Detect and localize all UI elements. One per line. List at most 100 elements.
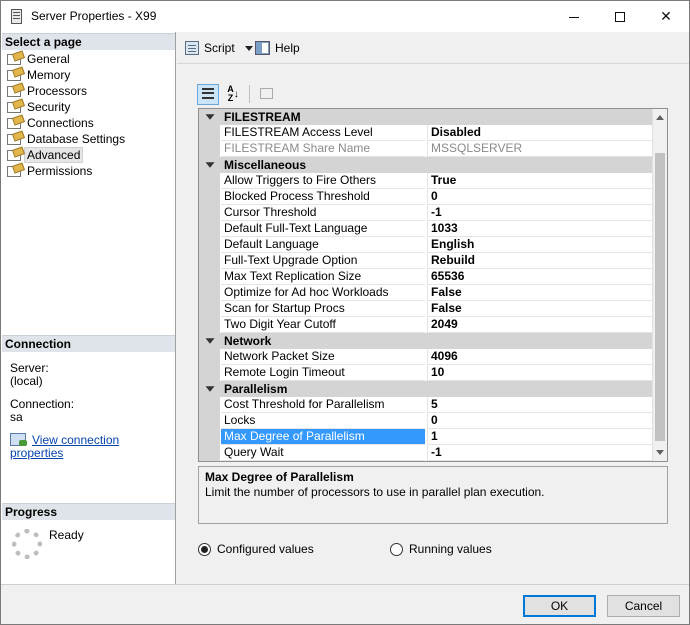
property-name[interactable]: Scan for Startup Procs (221, 301, 425, 317)
sidebar-item-advanced[interactable]: Advanced (5, 147, 125, 163)
property-value[interactable]: -1 (427, 445, 652, 461)
property-value[interactable]: 0 (427, 413, 652, 429)
property-name[interactable]: Default Full-Text Language (221, 221, 425, 237)
alphabetical-button[interactable]: A Z↓ (222, 84, 244, 105)
help-button[interactable]: Help (255, 40, 300, 56)
property-name[interactable]: Max Degree of Parallelism (221, 429, 425, 445)
left-pane: Select a page General Memory Processors Sec… (1, 32, 176, 584)
property-row[interactable]: FILESTREAM Share Name MSSQLSERVER (199, 141, 652, 157)
property-value[interactable]: 2049 (427, 317, 652, 333)
sidebar-item-general[interactable]: General (5, 51, 125, 67)
property-value[interactable]: True (427, 173, 652, 189)
server-icon (11, 9, 22, 24)
property-name[interactable]: Remote Login Timeout (221, 365, 425, 381)
configured-values-option[interactable]: Configured values (198, 542, 314, 556)
collapse-chevron-icon[interactable] (205, 338, 215, 344)
sidebar-item-permissions[interactable]: Permissions (5, 163, 125, 179)
property-name[interactable]: Cursor Threshold (221, 205, 425, 221)
property-pages-button[interactable] (255, 84, 277, 105)
property-name[interactable]: Max Text Replication Size (221, 269, 425, 285)
category-label: Network (224, 334, 272, 348)
row-gutter (199, 397, 220, 413)
property-name[interactable]: Optimize for Ad hoc Workloads (221, 285, 425, 301)
progress-spinner-icon (12, 529, 42, 559)
sidebar-item-database-settings[interactable]: Database Settings (5, 131, 125, 147)
property-value[interactable]: 65536 (427, 269, 652, 285)
page-wrench-icon (7, 102, 21, 113)
property-value[interactable]: 1033 (427, 221, 652, 237)
category-network[interactable]: Network (199, 333, 652, 349)
property-value[interactable]: Disabled (427, 125, 652, 141)
property-row[interactable]: Max Text Replication Size 65536 (199, 269, 652, 285)
property-row[interactable]: Blocked Process Threshold 0 (199, 189, 652, 205)
view-connection-properties-link[interactable]: View connection properties (10, 433, 119, 460)
collapse-chevron-icon[interactable] (205, 114, 215, 120)
close-icon: ✕ (660, 8, 672, 24)
property-row[interactable]: Remote Login Timeout 10 (199, 365, 652, 381)
property-value[interactable]: Rebuild (427, 253, 652, 269)
property-name[interactable]: Locks (221, 413, 425, 429)
property-row[interactable]: Cursor Threshold -1 (199, 205, 652, 221)
property-row[interactable]: Max Degree of Parallelism 1 (199, 429, 652, 445)
sidebar-item-memory[interactable]: Memory (5, 67, 125, 83)
property-value[interactable]: English (427, 237, 652, 253)
chevron-down-icon[interactable] (244, 45, 253, 51)
close-button[interactable]: ✕ (643, 1, 689, 32)
category-parallelism[interactable]: Parallelism (199, 381, 652, 397)
property-row[interactable]: Default Language English (199, 237, 652, 253)
property-name[interactable]: Two Digit Year Cutoff (221, 317, 425, 333)
property-value[interactable]: 4096 (427, 349, 652, 365)
property-value[interactable]: False (427, 285, 652, 301)
property-name[interactable]: Blocked Process Threshold (221, 189, 425, 205)
property-value[interactable]: False (427, 301, 652, 317)
script-button[interactable]: Script (185, 40, 253, 56)
scroll-up-icon[interactable] (656, 115, 664, 120)
property-row[interactable]: Optimize for Ad hoc Workloads False (199, 285, 652, 301)
view-connection-properties[interactable]: View connection properties (10, 433, 175, 460)
property-row[interactable]: Cost Threshold for Parallelism 5 (199, 397, 652, 413)
property-value[interactable]: -1 (427, 205, 652, 221)
collapse-chevron-icon[interactable] (205, 162, 215, 168)
property-name[interactable]: FILESTREAM Access Level (221, 125, 425, 141)
category-miscellaneous[interactable]: Miscellaneous (199, 157, 652, 173)
running-values-option[interactable]: Running values (390, 542, 492, 556)
property-row[interactable]: Default Full-Text Language 1033 (199, 221, 652, 237)
maximize-button[interactable] (597, 1, 643, 32)
progress-status: Ready (49, 528, 84, 542)
property-row[interactable]: Full-Text Upgrade Option Rebuild (199, 253, 652, 269)
scroll-down-icon[interactable] (656, 450, 664, 455)
sidebar-item-connections[interactable]: Connections (5, 115, 125, 131)
scrollbar-thumb[interactable] (655, 153, 665, 441)
grid-scrollbar[interactable] (652, 109, 667, 461)
categorized-button[interactable] (197, 83, 219, 105)
property-name[interactable]: Network Packet Size (221, 349, 425, 365)
property-row[interactable]: Allow Triggers to Fire Others True (199, 173, 652, 189)
property-row[interactable]: Two Digit Year Cutoff 2049 (199, 317, 652, 333)
minimize-button[interactable] (551, 1, 597, 32)
property-row[interactable]: Scan for Startup Procs False (199, 301, 652, 317)
property-row[interactable]: Locks 0 (199, 413, 652, 429)
sidebar-item-security[interactable]: Security (5, 99, 125, 115)
property-name[interactable]: Full-Text Upgrade Option (221, 253, 425, 269)
property-row[interactable]: Query Wait -1 (199, 445, 652, 461)
property-name[interactable]: FILESTREAM Share Name (221, 141, 425, 157)
sidebar-item-label: Database Settings (27, 132, 126, 146)
property-value[interactable]: 10 (427, 365, 652, 381)
ok-button[interactable]: OK (523, 595, 596, 617)
collapse-chevron-icon[interactable] (205, 386, 215, 392)
property-row[interactable]: Network Packet Size 4096 (199, 349, 652, 365)
running-values-radio[interactable] (390, 542, 403, 556)
cancel-button[interactable]: Cancel (607, 595, 680, 617)
property-name[interactable]: Allow Triggers to Fire Others (221, 173, 425, 189)
property-value[interactable]: 5 (427, 397, 652, 413)
property-name[interactable]: Default Language (221, 237, 425, 253)
category-filestream[interactable]: FILESTREAM (199, 109, 652, 125)
description-title: Max Degree of Parallelism (205, 470, 354, 484)
property-row[interactable]: FILESTREAM Access Level Disabled (199, 125, 652, 141)
property-value[interactable]: 0 (427, 189, 652, 205)
sidebar-item-processors[interactable]: Processors (5, 83, 125, 99)
configured-values-radio[interactable] (198, 542, 211, 556)
property-name[interactable]: Cost Threshold for Parallelism (221, 397, 425, 413)
property-name[interactable]: Query Wait (221, 445, 425, 461)
property-value[interactable]: 1 (427, 429, 652, 445)
